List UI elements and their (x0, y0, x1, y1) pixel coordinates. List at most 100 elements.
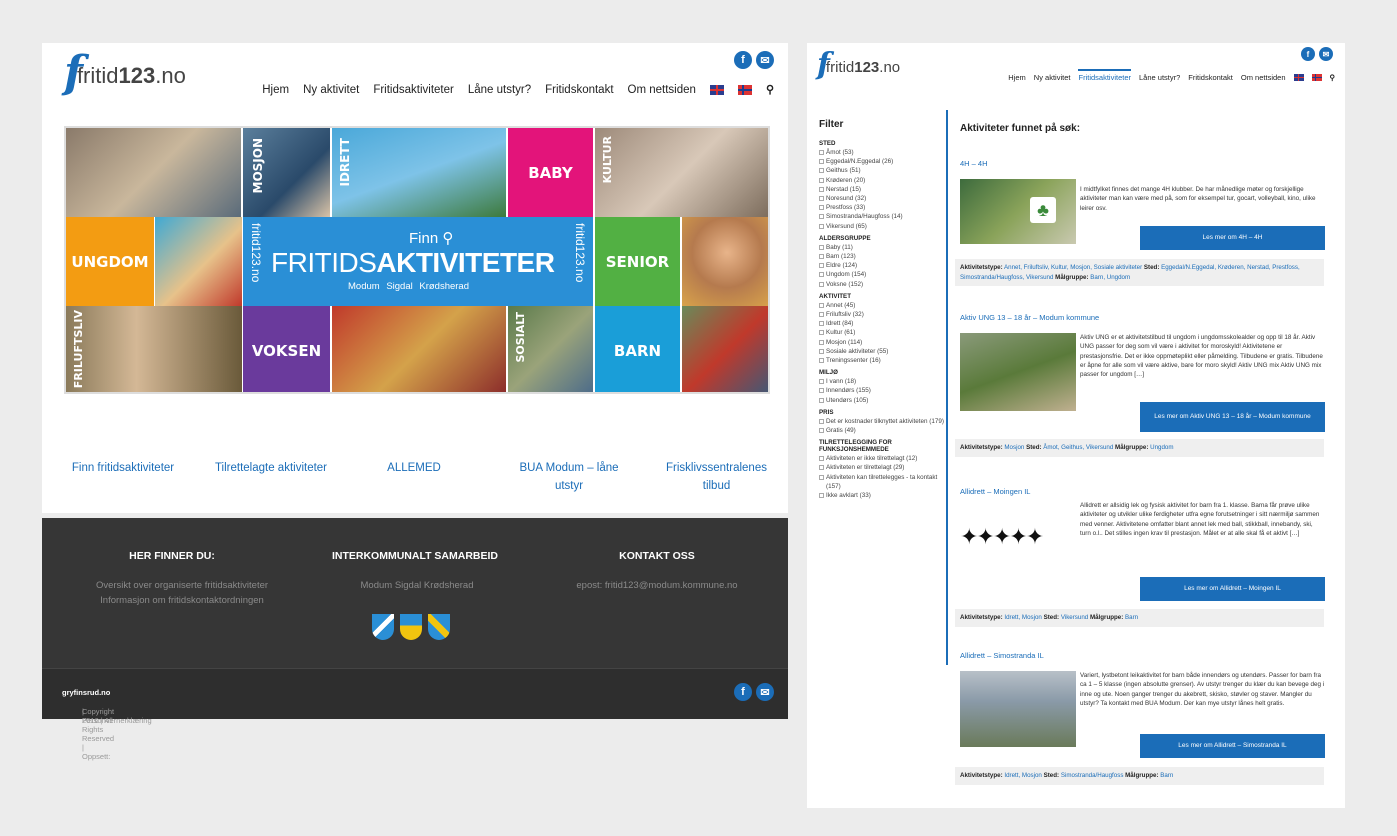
filter-option[interactable]: Kultur (61) (819, 328, 944, 337)
tile-voksen[interactable]: VOKSEN (243, 306, 330, 392)
read-more-button[interactable]: Les mer om 4H – 4H (1140, 226, 1325, 250)
filter-checkbox[interactable] (819, 348, 824, 354)
filter-checkbox[interactable] (819, 150, 824, 155)
filter-checkbox[interactable] (819, 244, 824, 250)
nav-item-ny-aktivitet[interactable]: Ny aktivitet (1034, 73, 1071, 82)
filter-option[interactable]: Gratis (49) (819, 426, 944, 435)
filter-option[interactable]: Barn (123) (819, 252, 944, 261)
nav-item-fritidsaktiviteter[interactable]: Fritidsaktiviteter (373, 84, 454, 96)
footer-email[interactable]: epost: fritid123@modum.kommune.no (547, 578, 767, 593)
filter-option[interactable]: Aktiviteten er tilrettelagt (29) (819, 463, 944, 472)
facebook-icon[interactable]: f (734, 51, 752, 69)
tile-kultur[interactable]: KULTUR (595, 128, 768, 217)
activity-image[interactable] (960, 671, 1076, 747)
filter-option[interactable]: Prestfoss (33) (819, 203, 944, 212)
filter-option[interactable]: I vann (18) (819, 377, 944, 386)
activity-title-link[interactable]: 4H – 4H (960, 159, 1323, 168)
filter-checkbox[interactable] (819, 465, 824, 471)
filter-option[interactable]: Innendørs (155) (819, 386, 944, 395)
filter-option[interactable]: Mosjon (114) (819, 338, 944, 347)
filter-checkbox[interactable] (819, 168, 824, 174)
filter-option[interactable]: Sosiale aktiviteter (55) (819, 347, 944, 356)
meta-groups[interactable]: Ungdom (1150, 444, 1173, 451)
filter-checkbox[interactable] (819, 456, 824, 462)
filter-checkbox[interactable] (819, 321, 824, 327)
activity-image[interactable]: ♣ (960, 179, 1076, 244)
meta-groups[interactable]: Barn, Ungdom (1090, 274, 1130, 281)
email-icon[interactable]: ✉ (756, 51, 774, 69)
filter-checkbox[interactable] (819, 330, 824, 336)
filter-option[interactable]: Geithus (51) (819, 166, 944, 175)
nav-item-lane-utstyr[interactable]: Låne utstyr? (1139, 73, 1180, 82)
filter-option[interactable]: Utendørs (105) (819, 396, 944, 405)
meta-places[interactable]: Åmot, Geithus, Vikersund (1043, 444, 1113, 451)
filter-checkbox[interactable] (819, 196, 824, 202)
nav-item-hjem[interactable]: Hjem (262, 84, 289, 96)
norway-flag-icon[interactable] (1311, 74, 1322, 81)
site-logo[interactable]: f fritid123.no (817, 50, 900, 80)
facebook-icon[interactable]: f (1301, 47, 1315, 61)
filter-checkbox[interactable] (819, 339, 824, 345)
filter-checkbox[interactable] (819, 397, 824, 403)
copyright-author-link[interactable]: gryfinsrud.no (62, 688, 110, 697)
filter-option[interactable]: Eggedal/N.Eggedal (26) (819, 157, 944, 166)
meta-groups[interactable]: Barn (1125, 614, 1138, 621)
filter-option[interactable]: Åmot (53) (819, 148, 944, 157)
filter-option[interactable]: Ungdom (154) (819, 270, 944, 279)
nav-item-ny-aktivitet[interactable]: Ny aktivitet (303, 84, 359, 96)
filter-option[interactable]: Idrett (84) (819, 319, 944, 328)
nav-item-fritidskontakt[interactable]: Fritidskontakt (545, 84, 613, 96)
site-logo[interactable]: f fritid123.no (64, 51, 186, 95)
filter-checkbox[interactable] (819, 358, 824, 364)
meta-types[interactable]: Mosjon (1004, 444, 1024, 451)
filter-checkbox[interactable] (819, 159, 824, 165)
filter-option[interactable]: Eldre (124) (819, 261, 944, 270)
filter-option[interactable]: Treningssenter (16) (819, 356, 944, 365)
activity-title-link[interactable]: Allidrett – Simostranda IL (960, 651, 1323, 660)
filter-checkbox[interactable] (819, 302, 824, 308)
filter-checkbox[interactable] (819, 379, 824, 385)
nav-item-lane-utstyr[interactable]: Låne utstyr? (468, 84, 531, 96)
meta-places[interactable]: Simostranda/Haugfoss (1061, 772, 1124, 779)
filter-checkbox[interactable] (819, 205, 824, 211)
activity-image[interactable]: ✦✦✦✦✦ (960, 513, 1076, 563)
filter-option[interactable]: Simostranda/Haugfoss (14) (819, 212, 944, 221)
filter-checkbox[interactable] (819, 388, 824, 394)
activity-title-link[interactable]: Aktiv UNG 13 – 18 år – Modum kommune (960, 313, 1323, 322)
meta-places[interactable]: Vikersund (1061, 614, 1088, 621)
link-frisklivssentralenes-tilbud[interactable]: Frisklivssentralenes tilbud (654, 459, 779, 496)
filter-checkbox[interactable] (819, 223, 824, 229)
search-icon[interactable]: ⚲ (766, 83, 774, 96)
filter-option[interactable]: Det er kostnader tilknyttet aktiviteten … (819, 417, 944, 426)
meta-groups[interactable]: Barn (1160, 772, 1173, 779)
filter-checkbox[interactable] (819, 263, 824, 269)
filter-option[interactable]: Nerstad (15) (819, 185, 944, 194)
uk-flag-icon[interactable] (1293, 74, 1304, 81)
link-allemed[interactable]: ALLEMED (384, 459, 444, 477)
tile-mosjon[interactable]: MOSJON (243, 128, 330, 217)
filter-option[interactable]: Krøderen (20) (819, 176, 944, 185)
tile-ungdom[interactable]: UNGDOM (66, 217, 154, 306)
norway-flag-icon[interactable] (737, 84, 752, 95)
facebook-icon[interactable]: f (734, 683, 752, 701)
tile-barn[interactable]: BARN (595, 306, 680, 392)
filter-option[interactable]: Voksne (152) (819, 280, 944, 289)
link-bua-modum[interactable]: BUA Modum – låne utstyr (504, 459, 634, 496)
meta-types[interactable]: Idrett, Mosjon (1004, 614, 1042, 621)
activity-mosaic[interactable]: MOSJON IDRETT BABY KULTUR UNGDOM fritid1… (64, 126, 770, 394)
filter-option[interactable]: Aktiviteten kan tilrettelegges - ta kont… (819, 473, 944, 491)
nav-item-om-nettsiden[interactable]: Om nettsiden (1241, 73, 1286, 82)
filter-option[interactable]: Annet (45) (819, 301, 944, 310)
meta-types[interactable]: Annet, Friluftsliv, Kultur, Mosjon, Sosi… (1004, 264, 1142, 271)
filter-option[interactable]: Friluftsliv (32) (819, 310, 944, 319)
filter-checkbox[interactable] (819, 418, 824, 424)
tile-idrett[interactable]: IDRETT (332, 128, 506, 217)
meta-types[interactable]: Idrett, Mosjon (1004, 772, 1042, 779)
search-icon[interactable]: ⚲ (1330, 73, 1336, 82)
filter-checkbox[interactable] (819, 474, 824, 480)
filter-checkbox[interactable] (819, 272, 824, 278)
uk-flag-icon[interactable] (709, 84, 724, 95)
filter-checkbox[interactable] (819, 214, 824, 220)
filter-option[interactable]: Baby (11) (819, 243, 944, 252)
tile-baby[interactable]: BABY (508, 128, 593, 217)
